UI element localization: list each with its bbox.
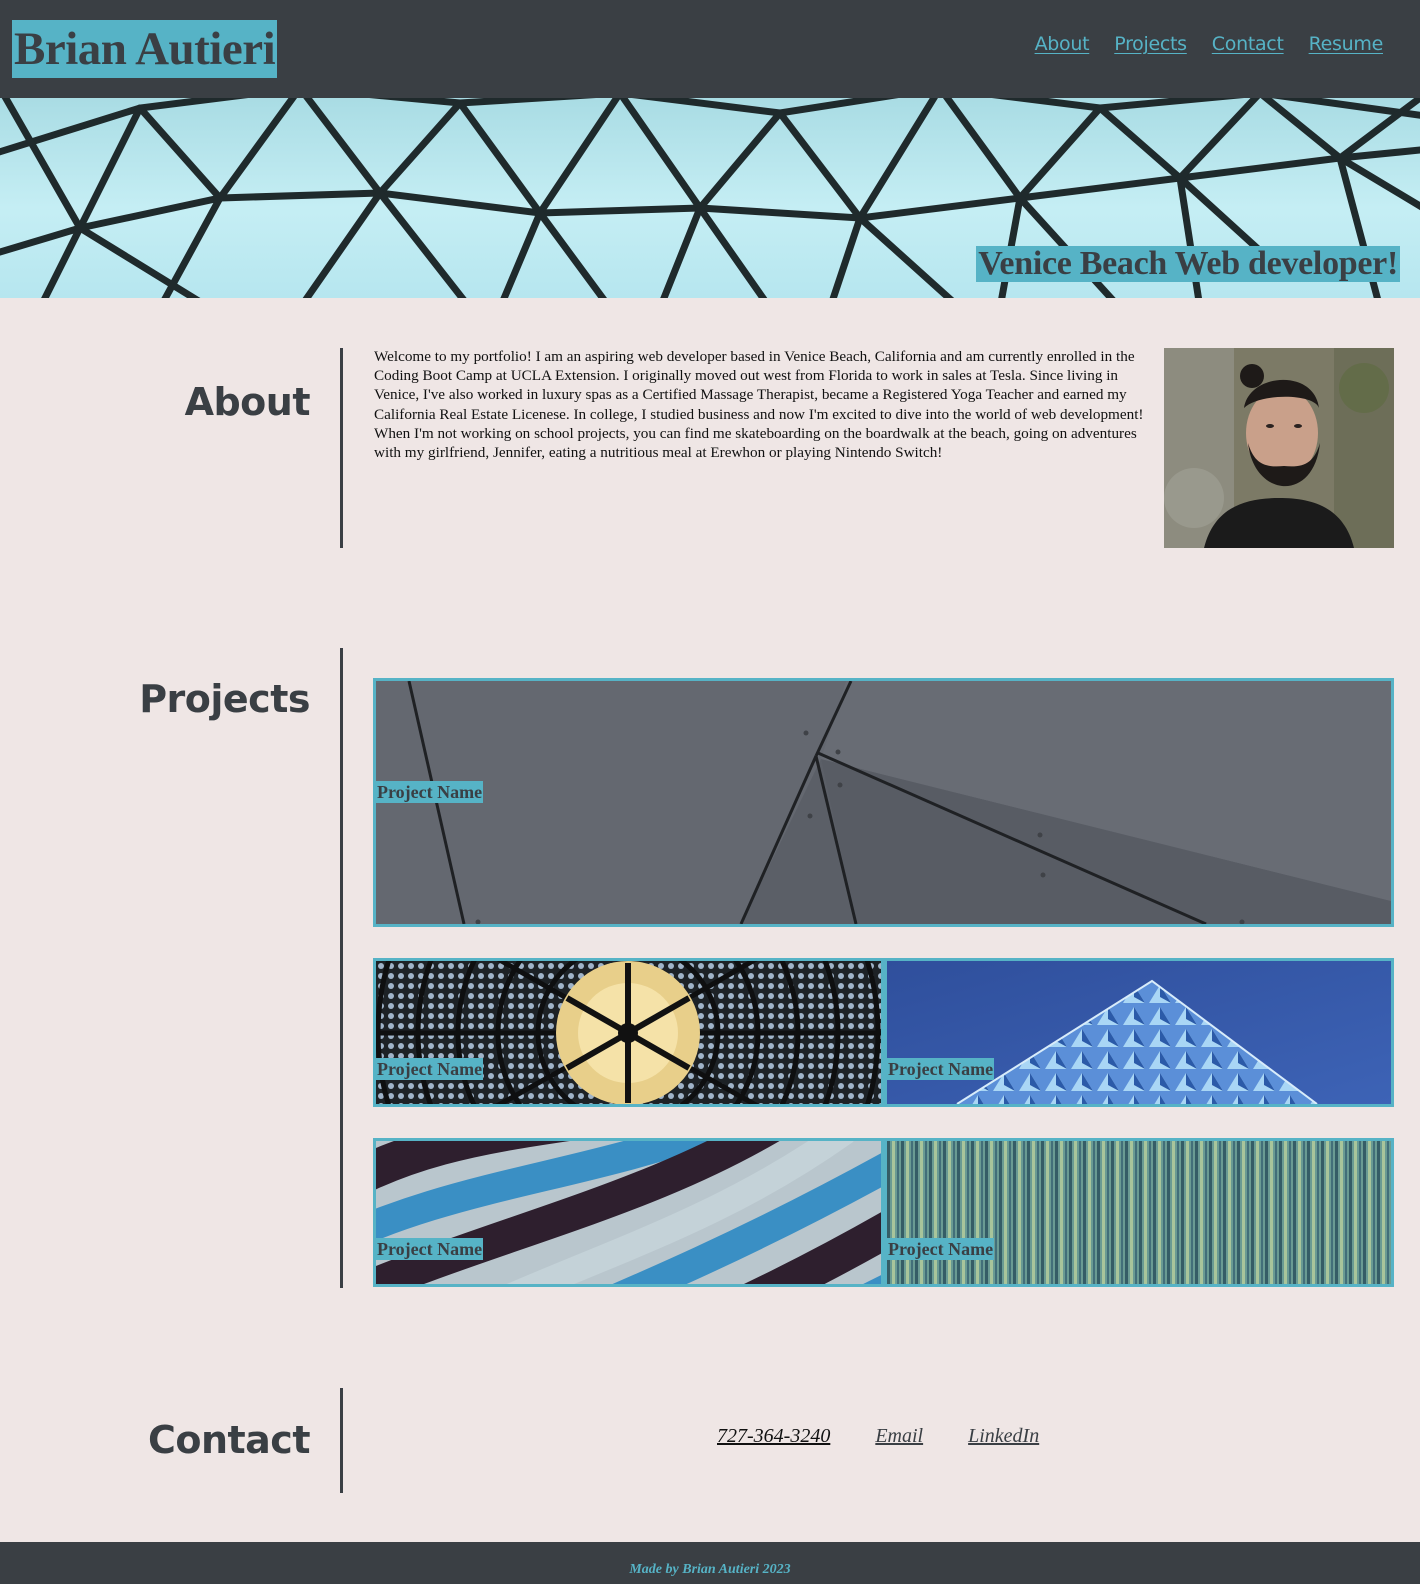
contact-links: 727-364-3240 Email LinkedIn (717, 1425, 1039, 1448)
nav-link-contact[interactable]: Contact (1212, 33, 1284, 55)
project-card[interactable]: Project Name (884, 958, 1394, 1107)
project-image (887, 1141, 1391, 1284)
site-title: Brian Autieri (12, 20, 278, 78)
project-name-label: Project Name (376, 781, 484, 803)
project-image (376, 1141, 881, 1284)
phone-link[interactable]: 727-364-3240 (717, 1425, 830, 1448)
contact-divider (340, 1388, 343, 1493)
hero-banner: Venice Beach Web developer! (0, 98, 1420, 298)
hero-tagline: Venice Beach Web developer! (976, 245, 1400, 282)
contact-heading: Contact (147, 1418, 311, 1462)
main-nav: About Projects Contact Resume (1035, 33, 1384, 55)
project-image (376, 681, 1391, 924)
site-header: Brian Autieri About Projects Contact Res… (0, 0, 1420, 98)
linkedin-link[interactable]: LinkedIn (968, 1425, 1039, 1448)
nav-link-resume[interactable]: Resume (1309, 33, 1384, 55)
projects-divider (340, 648, 343, 1288)
footer-credit: Made by Brian Autieri 2023 (629, 1562, 791, 1577)
about-divider (340, 348, 343, 548)
project-name-label: Project Name (887, 1058, 995, 1080)
project-card[interactable]: Project Name (373, 1138, 884, 1287)
profile-photo (1164, 348, 1394, 548)
nav-link-projects[interactable]: Projects (1114, 33, 1187, 55)
about-text: Welcome to my portfolio! I am an aspirin… (374, 348, 1144, 462)
nav-link-about[interactable]: About (1035, 33, 1090, 55)
projects-heading: Projects (139, 677, 310, 721)
project-image (376, 961, 881, 1104)
about-heading: About (184, 380, 311, 424)
project-card[interactable]: Project Name (884, 1138, 1394, 1287)
site-footer: Made by Brian Autieri 2023 (0, 1542, 1420, 1584)
email-link[interactable]: Email (875, 1425, 923, 1448)
project-name-label: Project Name (376, 1058, 484, 1080)
project-name-label: Project Name (887, 1238, 995, 1260)
project-name-label: Project Name (376, 1238, 484, 1260)
project-card[interactable]: Project Name (373, 958, 884, 1107)
project-image (887, 961, 1391, 1104)
project-card[interactable]: Project Name (373, 678, 1394, 927)
